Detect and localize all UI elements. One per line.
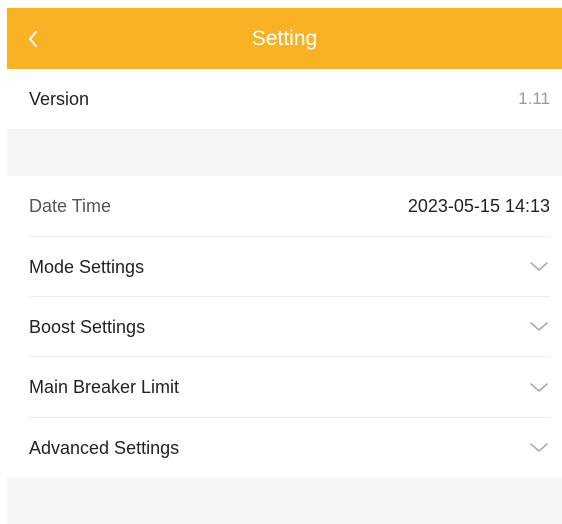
version-value: 1.11 bbox=[518, 89, 550, 108]
section-spacer bbox=[7, 129, 562, 176]
chevron-left-icon bbox=[29, 30, 37, 47]
chevron-down-icon bbox=[530, 297, 548, 357]
mode-settings-row[interactable]: Mode Settings bbox=[7, 237, 562, 297]
mode-settings-label: Mode Settings bbox=[29, 256, 145, 277]
advanced-settings-label: Advanced Settings bbox=[29, 437, 180, 458]
bottom-spacer bbox=[7, 478, 562, 524]
app-header: Setting bbox=[7, 8, 562, 69]
boost-settings-row[interactable]: Boost Settings bbox=[7, 297, 562, 357]
version-row: Version 1.11 bbox=[7, 69, 562, 129]
chevron-down-icon bbox=[530, 237, 548, 297]
date-time-row[interactable]: Date Time 2023-05-15 14:13 bbox=[7, 176, 562, 237]
settings-page: Setting Version 1.11 Date Time 2023-05-1… bbox=[0, 0, 562, 524]
date-time-value: 2023-05-15 14:13 bbox=[407, 196, 550, 216]
boost-settings-label: Boost Settings bbox=[29, 316, 146, 337]
date-time-label: Date Time bbox=[29, 196, 112, 216]
page-title: Setting bbox=[251, 27, 318, 50]
version-label: Version bbox=[29, 88, 90, 109]
main-breaker-limit-label: Main Breaker Limit bbox=[29, 377, 180, 397]
back-button[interactable] bbox=[27, 8, 67, 69]
advanced-settings-row[interactable]: Advanced Settings bbox=[7, 418, 562, 478]
chevron-down-icon bbox=[530, 357, 548, 418]
chevron-down-icon bbox=[530, 418, 548, 478]
main-breaker-limit-row[interactable]: Main Breaker Limit bbox=[7, 357, 562, 418]
